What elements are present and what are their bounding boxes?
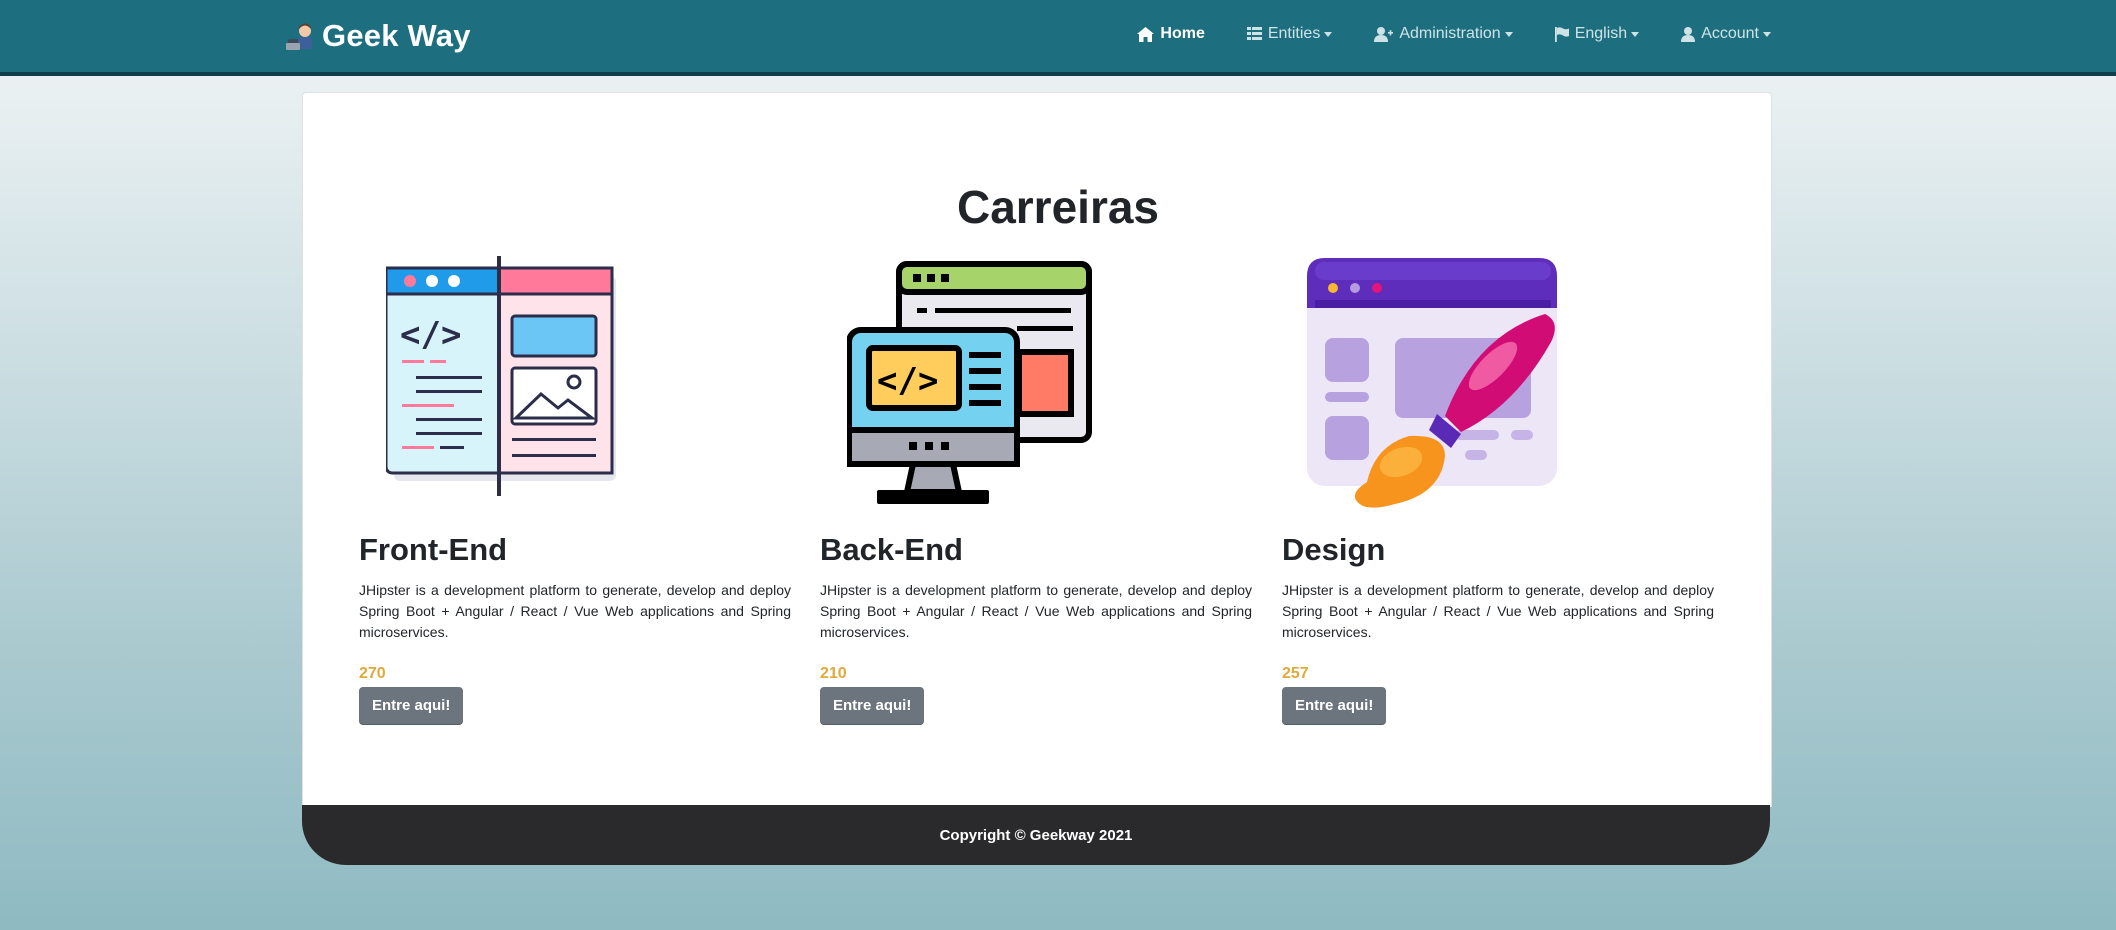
chevron-down-icon [1763,31,1771,37]
svg-text:</>: </> [877,361,938,401]
user-plus-icon [1374,26,1394,42]
career-title: Front-End [359,532,508,567]
nav-home-label: Home [1160,25,1205,42]
page-title: Carreiras [956,181,1160,233]
copyright-text: Copyright © Geekway 2021 [939,826,1133,844]
career-description: JHipster is a development platform to ge… [1282,582,1714,640]
nav-administration-label: Administration [1399,25,1501,42]
home-icon [1137,26,1155,42]
nav-entities-label: Entities [1267,25,1321,42]
nav-language-label: English [1574,25,1628,42]
svg-text:</>: </> [400,315,461,355]
career-count: 270 [359,665,386,682]
career-title: Design [1282,532,1386,567]
career-description: JHipster is a development platform to ge… [359,582,791,640]
enter-front-end-button[interactable]: Entre aqui! [359,687,464,724]
nav-account-label: Account [1701,25,1759,42]
developer-avatar-icon [286,23,312,50]
nav-home[interactable]: Home [1137,25,1205,43]
design-illustration [1307,258,1557,508]
back-end-illustration: </> [847,261,1092,504]
chevron-down-icon [1324,31,1333,37]
front-end-illustration: </> [386,256,616,496]
enter-back-end-button[interactable]: Entre aqui! [820,687,925,724]
brand-link[interactable]: Geek Way [284,14,471,58]
chevron-down-icon [1631,31,1640,37]
user-icon [1681,26,1696,42]
enter-design-button[interactable]: Entre aqui! [1282,687,1387,724]
main-nav: Home Entities Administration English Acc… [1095,0,1771,68]
career-title: Back-End [820,532,963,567]
table-list-icon [1246,27,1262,40]
nav-administration[interactable]: Administration [1374,25,1513,43]
nav-entities[interactable]: Entities [1246,25,1333,43]
career-count: 210 [820,665,847,682]
brand-name: Geek Way [322,18,471,53]
chevron-down-icon [1504,31,1513,37]
footer: Copyright © Geekway 2021 [302,805,1770,865]
nav-language[interactable]: English [1554,25,1640,43]
flag-icon [1554,26,1569,42]
career-description: JHipster is a development platform to ge… [820,582,1252,640]
top-navbar: Geek Way Home Entities Administration En… [0,0,2116,76]
nav-account[interactable]: Account [1681,25,1771,43]
career-count: 257 [1282,665,1309,682]
